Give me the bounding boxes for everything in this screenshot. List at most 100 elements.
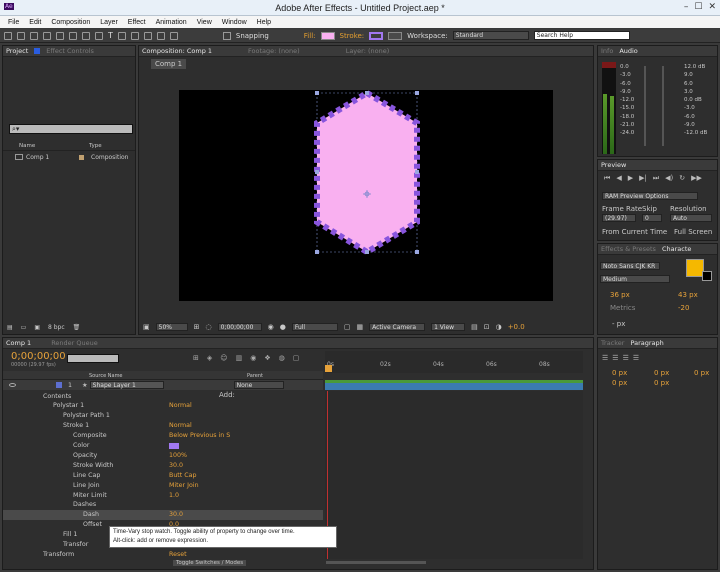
tab-render-queue[interactable]: Render Queue (51, 339, 98, 347)
hand-tool-icon[interactable] (17, 31, 25, 40)
align-left-icon[interactable]: ☰ (602, 354, 608, 362)
region-icon[interactable]: ▢ (344, 323, 351, 331)
brush-tool-icon[interactable] (117, 31, 126, 40)
tab-effect-controls[interactable]: Effect Controls (46, 47, 94, 55)
views-select[interactable]: 1 View (431, 323, 466, 331)
close-button[interactable]: ✕ (708, 2, 716, 12)
zoom-select[interactable]: 50% (155, 323, 188, 331)
graph-editor-icon[interactable]: ◍ (279, 354, 285, 362)
loop-icon[interactable]: ↻ (679, 174, 685, 183)
add-label[interactable]: Add: (219, 391, 235, 399)
menu-composition[interactable]: Composition (51, 19, 90, 26)
last-frame-icon[interactable]: ⏭ (653, 174, 659, 183)
indent-first-field[interactable]: 0 px (654, 369, 669, 377)
from-current-checkbox[interactable]: From Current Time (602, 228, 667, 236)
property-row[interactable]: Composite Below Previous in S (3, 431, 323, 441)
property-row[interactable]: Line Cap Butt Cap (3, 470, 323, 480)
property-row[interactable]: Polystar 1 Normal (3, 401, 323, 411)
workspace-select[interactable]: Standard (452, 31, 529, 40)
property-row[interactable]: Line Join Miter Join (3, 480, 323, 490)
tab-footage[interactable]: Footage: (none) (248, 47, 300, 55)
draft-3d-icon[interactable]: ◈ (207, 354, 212, 362)
tab-project[interactable]: Project (6, 47, 28, 55)
property-value[interactable]: Butt Cap (169, 472, 197, 479)
new-comp-icon[interactable]: ▣ (34, 324, 40, 331)
property-value[interactable]: Normal (169, 422, 192, 429)
timeline-search-input[interactable] (67, 354, 119, 363)
menu-edit[interactable]: Edit (29, 19, 41, 26)
tab-paragraph[interactable]: Paragraph (630, 339, 663, 347)
audio-slider-left[interactable] (644, 66, 646, 146)
indent-right-field[interactable]: 0 px (694, 369, 709, 377)
col-type[interactable]: Type (89, 143, 102, 149)
time-ruler[interactable]: 0s02s04s06s08s (325, 351, 583, 373)
stroke-color-swatch[interactable] (702, 271, 712, 281)
eraser-tool-icon[interactable] (143, 31, 152, 40)
menu-animation[interactable]: Animation (156, 19, 187, 26)
visibility-eye-icon[interactable] (9, 383, 16, 387)
property-value[interactable]: Miter Join (169, 482, 199, 489)
trash-icon[interactable]: 🗑 (73, 324, 81, 331)
property-value[interactable]: Below Previous in S (169, 432, 230, 439)
zoom-tool-icon[interactable] (30, 31, 38, 40)
project-item[interactable]: Comp 1 Composition (13, 153, 135, 162)
layer-label-color[interactable] (56, 382, 62, 388)
search-help-input[interactable]: Search Help (533, 31, 630, 40)
font-select[interactable]: Noto Sans CJK KR (600, 262, 660, 270)
roto-tool-icon[interactable] (156, 31, 165, 40)
comp-breadcrumb[interactable]: Comp 1 (151, 59, 187, 69)
property-row[interactable]: Miter Limit 1.0 (3, 490, 323, 500)
skip-field[interactable]: 0 (642, 214, 662, 222)
first-frame-icon[interactable]: ⏮ (604, 174, 610, 183)
property-row[interactable]: Contents (3, 391, 323, 401)
prev-frame-icon[interactable]: ◀ (616, 174, 621, 183)
menu-file[interactable]: File (8, 19, 19, 26)
layer-track-bar[interactable] (325, 380, 583, 390)
align-right-icon[interactable]: ☰ (623, 354, 629, 362)
justify-icon[interactable]: ☰ (633, 354, 639, 362)
interpret-footage-icon[interactable]: ▤ (7, 324, 13, 331)
grid-icon[interactable]: ⊞ (194, 323, 200, 331)
timeline-timecode[interactable]: 0;00;00;00 (11, 351, 66, 362)
property-value[interactable]: Normal (169, 402, 192, 409)
tab-tracker[interactable]: Tracker (601, 339, 624, 347)
project-search-input[interactable]: ⌕▾ (9, 124, 133, 134)
stroke-color-swatch[interactable] (169, 442, 179, 449)
comp-viewer[interactable] (179, 89, 553, 301)
mute-icon[interactable]: ◀) (665, 174, 673, 183)
resolution-select[interactable]: Full (291, 323, 338, 331)
property-row[interactable]: Dashes (3, 500, 323, 510)
stroke-width-field[interactable] (388, 31, 403, 40)
tab-layer[interactable]: Layer: (none) (346, 47, 390, 55)
property-value[interactable]: 1.0 (169, 492, 179, 499)
comp-mini-flowchart-icon[interactable]: ⊞ (193, 354, 199, 362)
toggle-switches-modes-button[interactable]: Toggle Switches / Modes (173, 559, 247, 566)
font-style-select[interactable]: Medium (600, 275, 670, 283)
channel-icon[interactable]: ● (280, 323, 286, 331)
ram-preview-icon[interactable]: ▶▶ (691, 174, 702, 183)
fast-preview-icon[interactable]: ⊡ (484, 323, 490, 331)
play-icon[interactable]: ▶ (628, 174, 633, 183)
label-color-swatch[interactable] (79, 155, 84, 160)
property-row[interactable]: Stroke 1 Normal (3, 421, 323, 431)
shy-icon[interactable]: ☺ (220, 354, 227, 362)
type-tool-icon[interactable]: T (108, 31, 113, 40)
menu-help[interactable]: Help (257, 19, 271, 26)
font-size-field[interactable]: 36 px (610, 291, 630, 299)
stroke-swatch[interactable] (369, 31, 384, 40)
snapshot-icon[interactable]: ◉ (268, 323, 274, 331)
maximize-button[interactable]: ☐ (694, 2, 702, 12)
tab-audio[interactable]: Audio (619, 47, 637, 55)
property-row[interactable]: Polystar Path 1 (3, 411, 323, 421)
menu-layer[interactable]: Layer (100, 19, 118, 26)
property-row[interactable]: Color (3, 441, 323, 451)
bpc-button[interactable]: 8 bpc (48, 324, 65, 331)
always-preview-icon[interactable]: ▣ (143, 323, 150, 331)
minimize-button[interactable]: – (684, 2, 689, 12)
selection-tool-icon[interactable] (4, 31, 12, 40)
tab-composition[interactable]: Composition: Comp 1 (142, 47, 212, 55)
property-value[interactable]: 30.0 (169, 511, 183, 518)
property-value[interactable]: 30.0 (169, 462, 183, 469)
pan-behind-tool-icon[interactable] (69, 31, 77, 40)
property-value[interactable]: 100% (169, 452, 187, 459)
